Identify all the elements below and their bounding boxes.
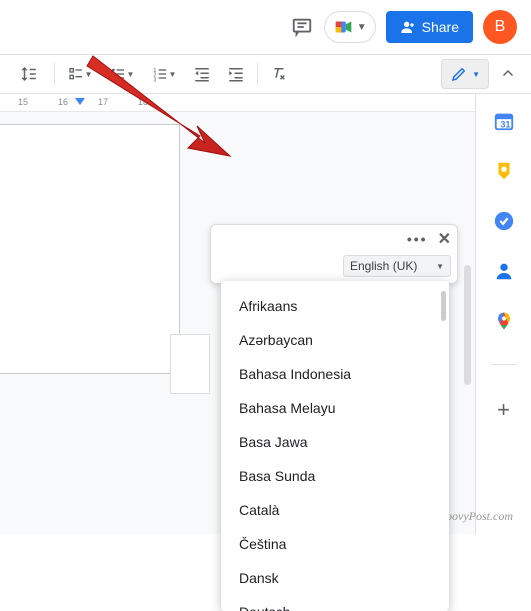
- language-option[interactable]: Deutsch: [221, 595, 449, 611]
- user-avatar[interactable]: B: [483, 10, 517, 44]
- more-options-icon[interactable]: •••: [407, 231, 428, 247]
- language-dropdown: Afrikaans Azərbaycan Bahasa Indonesia Ba…: [221, 281, 449, 611]
- numbered-list-button[interactable]: 123 ▼: [143, 59, 185, 89]
- meet-icon: [333, 16, 355, 38]
- tasks-icon[interactable]: [493, 210, 515, 232]
- share-button[interactable]: Share: [386, 11, 473, 43]
- panel-scrollbar[interactable]: [464, 265, 471, 385]
- language-option[interactable]: Basa Sunda: [221, 459, 449, 493]
- meet-button[interactable]: ▼: [324, 11, 376, 43]
- contacts-icon[interactable]: [493, 260, 515, 282]
- increase-indent-button[interactable]: [219, 59, 253, 89]
- calendar-icon[interactable]: 31: [493, 110, 515, 132]
- bulleted-list-button[interactable]: ▼: [101, 59, 143, 89]
- checklist-button[interactable]: ▼: [59, 59, 101, 89]
- side-panel: 31 +: [475, 94, 531, 534]
- clear-formatting-button[interactable]: [262, 59, 296, 89]
- chevron-down-icon: ▼: [357, 22, 367, 33]
- svg-text:31: 31: [500, 119, 510, 129]
- share-label: Share: [422, 19, 459, 35]
- language-option[interactable]: Bahasa Melayu: [221, 391, 449, 425]
- language-option[interactable]: Čeština: [221, 527, 449, 561]
- collapse-button[interactable]: [495, 61, 521, 87]
- top-header: ▼ Share B: [0, 0, 531, 54]
- keep-icon[interactable]: [493, 160, 515, 182]
- language-option[interactable]: Basa Jawa: [221, 425, 449, 459]
- language-selector[interactable]: English (UK) ▼: [343, 255, 451, 277]
- svg-text:3: 3: [153, 77, 156, 82]
- doc-page-edge: [170, 334, 210, 394]
- language-option[interactable]: Afrikaans: [221, 289, 449, 323]
- decrease-indent-button[interactable]: [185, 59, 219, 89]
- language-option[interactable]: Català: [221, 493, 449, 527]
- language-option[interactable]: Azərbaycan: [221, 323, 449, 357]
- language-option[interactable]: Bahasa Indonesia: [221, 357, 449, 391]
- person-add-icon: [400, 19, 416, 35]
- close-icon[interactable]: ✕: [438, 229, 451, 249]
- add-addon-button[interactable]: +: [497, 397, 510, 423]
- line-spacing-button[interactable]: [8, 59, 50, 89]
- doc-page: [0, 124, 180, 374]
- ruler[interactable]: 15 16 17 18: [0, 94, 475, 112]
- document-canvas[interactable]: 15 16 17 18 ••• ✕ English (UK) ▼ Afrikaa…: [0, 94, 475, 534]
- chevron-down-icon: ▼: [436, 262, 444, 271]
- language-option[interactable]: Dansk: [221, 561, 449, 595]
- indent-marker-icon[interactable]: [75, 98, 85, 108]
- translation-panel: ••• ✕ English (UK) ▼ Afrikaans Azərbayca…: [210, 224, 458, 284]
- toolbar: ▼ ▼ 123 ▼ ▼: [0, 54, 531, 94]
- scrollbar-thumb[interactable]: [441, 291, 446, 321]
- maps-icon[interactable]: [493, 310, 515, 332]
- editing-mode-button[interactable]: ▼: [441, 59, 489, 89]
- comment-history-icon[interactable]: [290, 15, 314, 39]
